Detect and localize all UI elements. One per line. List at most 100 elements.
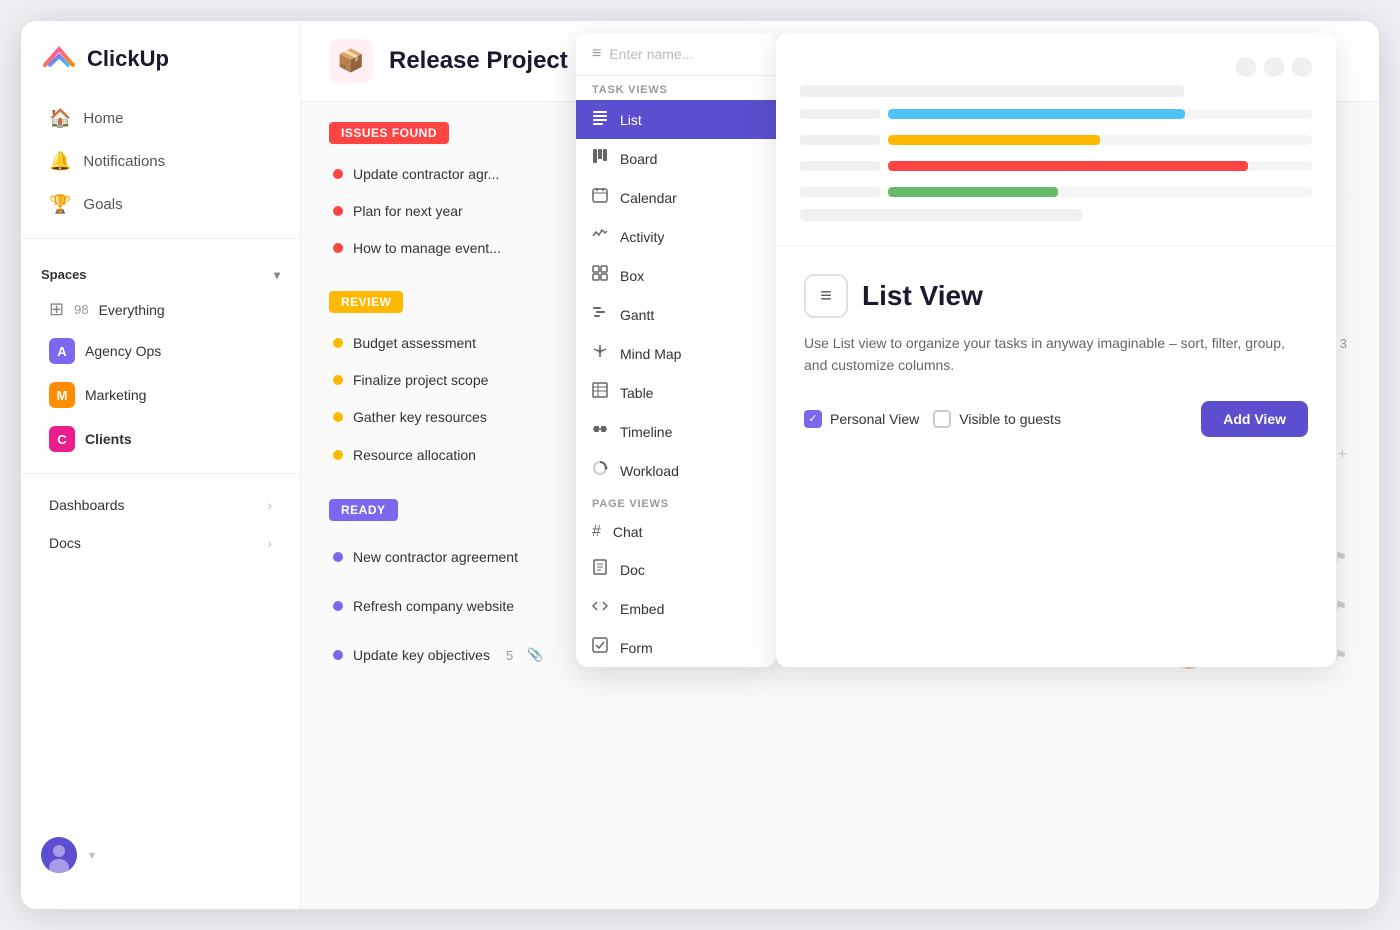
sidebar-item-home[interactable]: 🏠 Home [29, 98, 292, 139]
logo: ClickUp [21, 41, 300, 97]
agency-ops-label: Agency Ops [85, 343, 161, 359]
task-label: How to manage event... [353, 240, 501, 256]
personal-view-toggle[interactable]: ✓ Personal View [804, 410, 919, 428]
preview-bar-label [800, 187, 880, 197]
agency-ops-badge: A [49, 338, 75, 364]
preview-lines [800, 85, 1312, 221]
sidebar-item-dashboards[interactable]: Dashboards › [29, 487, 292, 523]
checkbox-empty-icon [933, 410, 951, 428]
view-chat[interactable]: # Chat [576, 514, 776, 550]
everything-label: Everything [99, 302, 165, 318]
preview-bar-label [800, 135, 880, 145]
gantt-label: Gantt [620, 307, 654, 323]
task-label: Resource allocation [353, 447, 476, 463]
checkbox-checked-icon: ✓ [804, 410, 822, 428]
activity-label: Activity [620, 229, 664, 245]
view-box[interactable]: Box [576, 256, 776, 295]
board-icon [592, 148, 608, 169]
view-table[interactable]: Table [576, 373, 776, 412]
view-calendar[interactable]: Calendar [576, 178, 776, 217]
preview-line [800, 209, 1082, 221]
sidebar-item-everything[interactable]: ⊞ 98 Everything [29, 291, 292, 328]
project-icon: 📦 [329, 39, 373, 83]
preview-bar-track [888, 135, 1312, 145]
view-gantt[interactable]: Gantt [576, 295, 776, 334]
preview-dot-1 [1236, 57, 1256, 77]
view-form[interactable]: Form [576, 628, 776, 667]
timeline-icon [592, 421, 608, 442]
view-doc[interactable]: Doc [576, 550, 776, 589]
view-mindmap[interactable]: Mind Map [576, 334, 776, 373]
add-view-button[interactable]: Add View [1201, 401, 1308, 437]
preview-bar-label [800, 109, 880, 119]
task-label: Update contractor agr... [353, 166, 499, 182]
task-right: 3 [1340, 336, 1347, 351]
sidebar-item-marketing[interactable]: M Marketing [29, 374, 292, 416]
task-count: 5 [506, 648, 513, 663]
flag-icon: ⚑ [1334, 549, 1347, 566]
sidebar-item-home-label: Home [83, 110, 123, 127]
table-label: Table [620, 385, 653, 401]
view-timeline[interactable]: Timeline [576, 412, 776, 451]
task-view-dropdown: ≡ TASK VIEWS List Board Cale [576, 33, 776, 667]
sidebar-item-notifications-label: Notifications [83, 153, 165, 170]
task-dot-purple [333, 650, 343, 660]
user-avatar[interactable] [41, 837, 77, 873]
list-icon: ≡ [592, 45, 601, 63]
task-right: + [1338, 446, 1347, 464]
preview-dot-2 [1264, 57, 1284, 77]
preview-bar-track [888, 161, 1312, 171]
clickup-logo-icon [41, 41, 77, 77]
info-panel: ≡ List View Use List view to organize yo… [776, 33, 1336, 667]
project-title: Release Project [389, 47, 568, 75]
task-dot-purple [333, 601, 343, 611]
divider-1 [21, 238, 300, 239]
sidebar-item-agency-ops[interactable]: A Agency Ops [29, 330, 292, 372]
calendar-icon [592, 187, 608, 208]
view-activity[interactable]: Activity [576, 217, 776, 256]
clients-label: Clients [85, 431, 132, 447]
info-title-row: ≡ List View [804, 274, 1308, 318]
task-label: Update key objectives [353, 647, 490, 663]
box-label: Box [620, 268, 644, 284]
view-board[interactable]: Board [576, 139, 776, 178]
task-label: Budget assessment [353, 335, 476, 351]
sidebar-item-docs[interactable]: Docs › [29, 525, 292, 561]
sidebar-item-clients[interactable]: C Clients [29, 418, 292, 460]
info-title: List View [862, 280, 983, 312]
sidebar-item-notifications[interactable]: 🔔 Notifications [29, 141, 292, 182]
dropdown-search-bar: ≡ [576, 33, 776, 76]
search-input[interactable] [609, 46, 776, 62]
task-dot-yellow [333, 412, 343, 422]
calendar-label: Calendar [620, 190, 677, 206]
add-icon[interactable]: + [1338, 446, 1347, 464]
view-list[interactable]: List [576, 100, 776, 139]
visible-guests-toggle[interactable]: Visible to guests [933, 410, 1061, 428]
chevron-down-icon-user: ▾ [89, 848, 95, 862]
doc-label: Doc [620, 562, 645, 578]
task-dot-yellow [333, 338, 343, 348]
preview-bar-track [888, 187, 1312, 197]
mindmap-label: Mind Map [620, 346, 681, 362]
board-label: Board [620, 151, 657, 167]
list-icon-symbol: ≡ [820, 285, 832, 308]
view-embed[interactable]: Embed [576, 589, 776, 628]
preview-line [800, 85, 1184, 97]
workload-icon [592, 460, 608, 481]
overlay-container: ≡ TASK VIEWS List Board Cale [576, 33, 1336, 667]
preview-bar-row [800, 109, 1312, 119]
app-container: ClickUp 🏠 Home 🔔 Notifications 🏆 Goals S… [20, 20, 1380, 910]
task-dot-yellow [333, 450, 343, 460]
preview-bar-fill [888, 135, 1100, 145]
doc-icon [592, 559, 608, 580]
personal-view-label: Personal View [830, 411, 919, 427]
preview-dots [800, 57, 1312, 77]
chat-icon: # [592, 523, 601, 541]
form-label: Form [620, 640, 653, 656]
spaces-label: Spaces [41, 267, 87, 282]
list-view-icon [592, 109, 608, 130]
view-workload[interactable]: Workload [576, 451, 776, 490]
info-footer: ✓ Personal View Visible to guests Add Vi… [804, 401, 1308, 437]
task-label: Finalize project scope [353, 372, 488, 388]
sidebar-item-goals[interactable]: 🏆 Goals [29, 184, 292, 225]
